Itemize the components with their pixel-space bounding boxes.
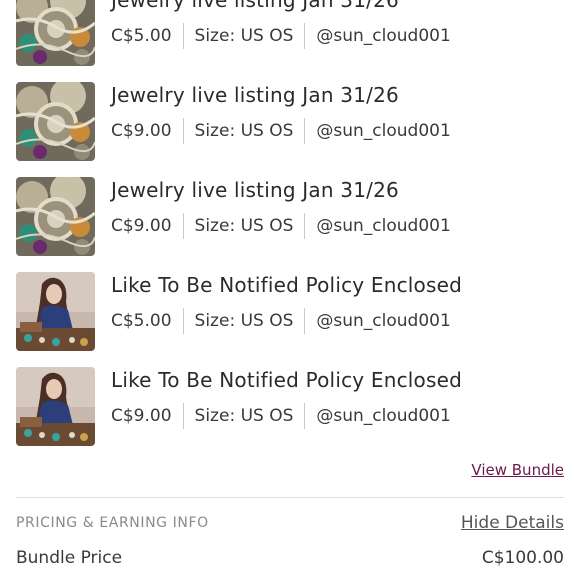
listing-item[interactable]: Jewelry live listing Jan 31/26 C$9.00 Si… bbox=[0, 82, 580, 177]
bundle-page: Jewelry live listing Jan 31/26 C$5.00 Si… bbox=[0, 0, 580, 580]
listing-meta: C$9.00 Size: US OS @sun_cloud001 bbox=[111, 212, 451, 240]
listing-item[interactable]: Like To Be Notified Policy Enclosed C$5.… bbox=[0, 272, 580, 367]
jewelry-thumbnail[interactable] bbox=[16, 177, 95, 256]
meta-divider bbox=[304, 23, 306, 49]
section-divider bbox=[16, 497, 564, 498]
woman-jewelry-thumbnail[interactable] bbox=[16, 367, 95, 446]
bundle-price-label: Bundle Price bbox=[16, 548, 123, 568]
meta-divider bbox=[182, 23, 184, 49]
jewelry-thumbnail[interactable] bbox=[16, 0, 95, 66]
listing-list: Jewelry live listing Jan 31/26 C$5.00 Si… bbox=[0, 0, 580, 462]
listing-seller[interactable]: @sun_cloud001 bbox=[316, 406, 450, 426]
listing-title[interactable]: Like To Be Notified Policy Enclosed bbox=[111, 368, 462, 392]
listing-size: Size: US OS bbox=[194, 216, 294, 236]
listing-item[interactable]: Like To Be Notified Policy Enclosed C$9.… bbox=[0, 367, 580, 462]
meta-divider bbox=[304, 213, 306, 239]
listing-price: C$9.00 bbox=[111, 121, 172, 141]
listing-seller[interactable]: @sun_cloud001 bbox=[316, 26, 450, 46]
meta-divider bbox=[182, 308, 184, 334]
listing-title[interactable]: Jewelry live listing Jan 31/26 bbox=[111, 83, 399, 107]
listing-price: C$9.00 bbox=[111, 406, 172, 426]
listing-price: C$9.00 bbox=[111, 216, 172, 236]
listing-size: Size: US OS bbox=[194, 121, 294, 141]
listing-title[interactable]: Jewelry live listing Jan 31/26 bbox=[111, 178, 399, 202]
listing-meta: C$9.00 Size: US OS @sun_cloud001 bbox=[111, 117, 451, 145]
listing-title[interactable]: Like To Be Notified Policy Enclosed bbox=[111, 273, 462, 297]
meta-divider bbox=[304, 403, 306, 429]
meta-divider bbox=[182, 118, 184, 144]
view-bundle-link[interactable]: View Bundle bbox=[471, 461, 564, 479]
listing-meta: C$5.00 Size: US OS @sun_cloud001 bbox=[111, 307, 451, 335]
listing-size: Size: US OS bbox=[194, 406, 294, 426]
listing-seller[interactable]: @sun_cloud001 bbox=[316, 121, 450, 141]
listing-seller[interactable]: @sun_cloud001 bbox=[316, 311, 450, 331]
meta-divider bbox=[304, 308, 306, 334]
listing-item[interactable]: Jewelry live listing Jan 31/26 C$9.00 Si… bbox=[0, 177, 580, 272]
woman-jewelry-thumbnail[interactable] bbox=[16, 272, 95, 351]
bundle-price-value: C$100.00 bbox=[481, 548, 564, 568]
listing-size: Size: US OS bbox=[194, 311, 294, 331]
listing-price: C$5.00 bbox=[111, 26, 172, 46]
meta-divider bbox=[182, 213, 184, 239]
listing-title[interactable]: Jewelry live listing Jan 31/26 bbox=[111, 0, 399, 12]
listing-seller[interactable]: @sun_cloud001 bbox=[316, 216, 450, 236]
listing-meta: C$5.00 Size: US OS @sun_cloud001 bbox=[111, 22, 451, 50]
listing-price: C$5.00 bbox=[111, 311, 172, 331]
hide-details-link[interactable]: Hide Details bbox=[461, 513, 564, 533]
listing-size: Size: US OS bbox=[194, 26, 294, 46]
meta-divider bbox=[304, 118, 306, 144]
meta-divider bbox=[182, 403, 184, 429]
listing-item[interactable]: Jewelry live listing Jan 31/26 C$5.00 Si… bbox=[0, 0, 580, 82]
pricing-section-header: PRICING & EARNING INFO bbox=[16, 515, 209, 531]
listing-meta: C$9.00 Size: US OS @sun_cloud001 bbox=[111, 402, 451, 430]
jewelry-thumbnail[interactable] bbox=[16, 82, 95, 161]
